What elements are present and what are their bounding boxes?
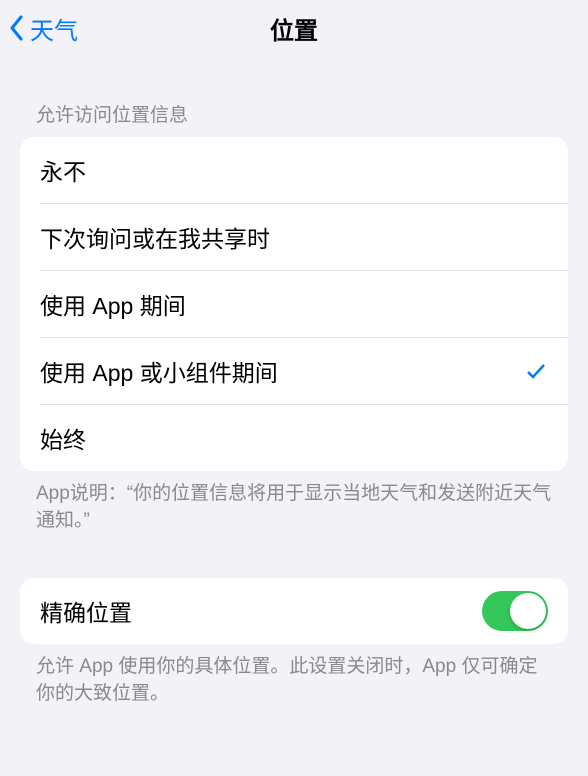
option-ask-next-time[interactable]: 下次询问或在我共享时 bbox=[20, 204, 568, 270]
location-access-group: 永不 下次询问或在我共享时 使用 App 期间 使用 App 或小组件期间 始终 bbox=[20, 137, 568, 471]
navigation-bar: 天气 位置 bbox=[0, 0, 588, 56]
option-while-using-app-or-widgets[interactable]: 使用 App 或小组件期间 bbox=[20, 338, 568, 404]
section-header-location-access: 允许访问位置信息 bbox=[0, 56, 588, 137]
option-never[interactable]: 永不 bbox=[20, 137, 568, 203]
option-always[interactable]: 始终 bbox=[20, 405, 568, 471]
precise-location-toggle[interactable] bbox=[482, 591, 548, 631]
option-label: 始终 bbox=[40, 421, 86, 455]
option-label: 使用 App 或小组件期间 bbox=[40, 354, 278, 388]
back-label: 天气 bbox=[30, 11, 78, 46]
chevron-left-icon bbox=[8, 14, 26, 42]
option-label: 使用 App 期间 bbox=[40, 287, 186, 321]
option-label: 永不 bbox=[40, 153, 86, 187]
back-button[interactable]: 天气 bbox=[8, 11, 78, 46]
precise-location-row[interactable]: 精确位置 bbox=[20, 578, 568, 644]
option-while-using-app[interactable]: 使用 App 期间 bbox=[20, 271, 568, 337]
option-label: 下次询问或在我共享时 bbox=[40, 220, 270, 254]
checkmark-icon bbox=[524, 359, 548, 383]
section-footer-precise-explanation: 允许 App 使用你的具体位置。此设置关闭时，App 仅可确定你的大致位置。 bbox=[0, 644, 588, 707]
page-title: 位置 bbox=[270, 11, 318, 46]
precise-location-group: 精确位置 bbox=[20, 578, 568, 644]
switch-knob bbox=[510, 593, 546, 629]
section-footer-app-explanation: App说明：“你的位置信息将用于显示当地天气和发送附近天气通知。” bbox=[0, 471, 588, 534]
precise-location-label: 精确位置 bbox=[40, 594, 132, 628]
